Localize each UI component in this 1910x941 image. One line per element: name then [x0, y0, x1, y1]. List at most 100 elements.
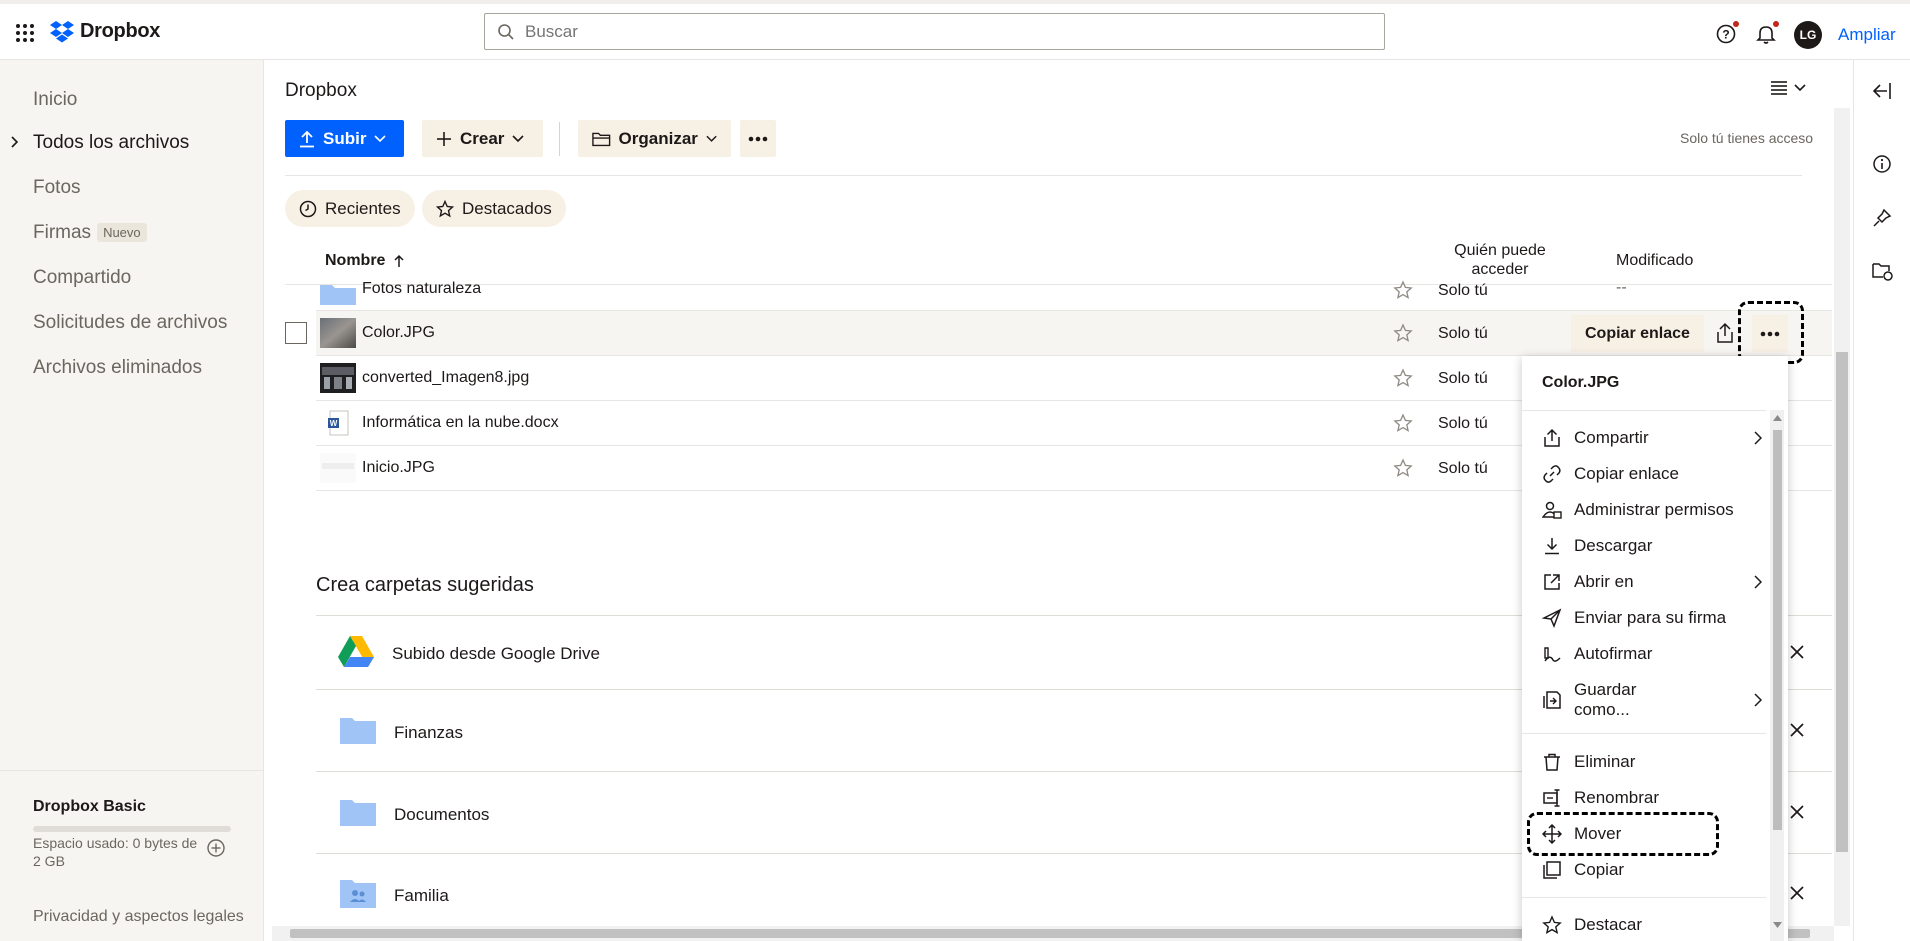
- create-button[interactable]: Crear: [422, 120, 543, 157]
- image-thumbnail: [320, 318, 356, 348]
- help-icon[interactable]: ?: [1712, 20, 1740, 48]
- collapse-panel-icon[interactable]: [1872, 82, 1892, 100]
- search-box[interactable]: [484, 13, 1385, 50]
- star-icon[interactable]: [1393, 368, 1413, 388]
- right-rail: [1853, 60, 1910, 941]
- menu-item-administrar-permisos[interactable]: Administrar permisos: [1542, 500, 1742, 520]
- menu-scroll-thumb[interactable]: [1773, 430, 1782, 830]
- menu-item-autofirmar[interactable]: Autofirmar: [1542, 644, 1742, 664]
- chevron-right-icon: [1754, 693, 1762, 707]
- upload-button[interactable]: Subir: [285, 120, 404, 157]
- search-input[interactable]: [525, 21, 1345, 42]
- menu-item-descargar[interactable]: Descargar: [1542, 536, 1742, 556]
- sidebar-item-fotos[interactable]: Fotos: [33, 177, 81, 199]
- folder-icon: [340, 800, 376, 826]
- share-icon[interactable]: [1715, 322, 1735, 344]
- sidebar-item-todos-los-archivos[interactable]: Todos los archivos: [33, 132, 189, 154]
- menu-item-abrir-en[interactable]: Abrir en: [1542, 572, 1762, 592]
- app-grid-icon[interactable]: [14, 22, 36, 44]
- menu-item-destacar[interactable]: Destacar: [1542, 915, 1742, 935]
- menu-item-copiar[interactable]: Copiar: [1542, 860, 1742, 880]
- scroll-up-arrow-icon[interactable]: [1773, 415, 1782, 421]
- privacy-link[interactable]: Privacidad y aspectos legales: [33, 908, 244, 926]
- menu-item-guardar-como[interactable]: Guardar como...: [1542, 680, 1762, 720]
- row-name[interactable]: Color.JPG: [362, 324, 435, 342]
- chevron-right-icon[interactable]: [10, 135, 20, 149]
- upgrade-link[interactable]: Ampliar: [1838, 25, 1896, 45]
- permissions-icon: [1542, 501, 1562, 519]
- toolbar-divider-line: [285, 175, 1802, 176]
- close-icon[interactable]: [1789, 722, 1805, 738]
- column-name-label: Nombre: [325, 252, 386, 269]
- menu-item-label: Eliminar: [1574, 752, 1636, 771]
- suggested-folder-name: Documentos: [394, 805, 490, 824]
- list-view-icon: [1771, 81, 1787, 95]
- sidebar-item-inicio[interactable]: Inicio: [33, 89, 77, 111]
- add-storage-icon[interactable]: [206, 838, 226, 858]
- chip-destacados[interactable]: Destacados: [422, 190, 566, 227]
- row-checkbox[interactable]: [285, 322, 307, 344]
- view-toggle[interactable]: [1770, 80, 1806, 96]
- chip-recientes[interactable]: Recientes: [285, 190, 415, 227]
- copy-link-button[interactable]: Copiar enlace: [1571, 315, 1704, 352]
- close-icon[interactable]: [1789, 644, 1805, 660]
- menu-item-eliminar[interactable]: Eliminar: [1542, 752, 1742, 772]
- google-drive-icon: [338, 636, 374, 667]
- row-name[interactable]: converted_Imagen8.jpg: [362, 369, 529, 387]
- info-icon[interactable]: [1872, 154, 1892, 174]
- new-badge: Nuevo: [97, 223, 147, 243]
- column-name[interactable]: Nombre: [325, 252, 405, 270]
- star-icon[interactable]: [1393, 280, 1413, 300]
- star-icon[interactable]: [1393, 323, 1413, 343]
- open-external-icon: [1544, 574, 1560, 590]
- toolbar-more-button[interactable]: [740, 120, 776, 157]
- page-title[interactable]: Dropbox: [285, 80, 357, 102]
- organize-button[interactable]: Organizar: [578, 120, 731, 157]
- create-label: Crear: [460, 128, 505, 148]
- menu-divider: [1522, 897, 1766, 898]
- column-modified[interactable]: Modificado: [1616, 252, 1693, 270]
- suggested-folder-name: Finanzas: [394, 723, 463, 742]
- close-icon[interactable]: [1789, 885, 1805, 901]
- clock-icon: [299, 200, 317, 217]
- folder-activity-icon[interactable]: [1872, 261, 1894, 281]
- highlight-more-button: [1738, 301, 1804, 364]
- chevron-right-icon: [1754, 431, 1762, 445]
- chip-label: Destacados: [462, 198, 552, 218]
- top-bar: Dropbox ? LG Ampliar: [0, 0, 1910, 60]
- menu-item-label: Compartir: [1574, 428, 1649, 447]
- organize-label: Organizar: [618, 128, 698, 148]
- star-icon[interactable]: [1393, 413, 1413, 433]
- storage-bar: [33, 826, 231, 832]
- pin-icon[interactable]: [1872, 208, 1892, 228]
- sidebar-item-firmas[interactable]: Firmas Nuevo: [33, 222, 147, 244]
- table-row[interactable]: Fotos naturaleza Solo tú --: [316, 271, 1832, 311]
- menu-item-renombrar[interactable]: Renombrar: [1542, 788, 1742, 808]
- menu-item-compartir[interactable]: Compartir: [1542, 428, 1762, 448]
- vertical-scroll-thumb[interactable]: [1836, 352, 1848, 852]
- bell-icon[interactable]: [1752, 20, 1780, 48]
- sidebar-item-eliminados[interactable]: Archivos eliminados: [33, 357, 202, 379]
- row-access: Solo tú: [1438, 325, 1488, 342]
- close-icon[interactable]: [1789, 804, 1805, 820]
- sidebar-item-compartido[interactable]: Compartido: [33, 267, 131, 289]
- share-icon: [1544, 428, 1560, 447]
- copy-icon: [1543, 861, 1561, 879]
- svg-text:?: ?: [1722, 28, 1729, 42]
- folder-icon: [340, 718, 376, 744]
- plus-icon: [437, 131, 451, 146]
- sidebar-item-solicitudes[interactable]: Solicitudes de archivos: [33, 312, 227, 334]
- menu-item-copiar-enlace[interactable]: Copiar enlace: [1542, 464, 1742, 484]
- download-icon: [1545, 538, 1559, 555]
- star-icon[interactable]: [1393, 458, 1413, 478]
- scroll-down-arrow-icon[interactable]: [1773, 922, 1782, 928]
- row-name[interactable]: Fotos naturaleza: [362, 280, 481, 298]
- menu-item-label: Copiar: [1574, 860, 1625, 879]
- dropbox-logo[interactable]: Dropbox: [50, 20, 160, 43]
- link-icon: [1543, 465, 1561, 483]
- suggested-title: Crea carpetas sugeridas: [316, 574, 534, 596]
- row-name[interactable]: Inicio.JPG: [362, 459, 435, 477]
- menu-item-enviar-firma[interactable]: Enviar para su firma: [1542, 608, 1742, 628]
- avatar[interactable]: LG: [1794, 21, 1822, 49]
- row-name[interactable]: Informática en la nube.docx: [362, 414, 559, 432]
